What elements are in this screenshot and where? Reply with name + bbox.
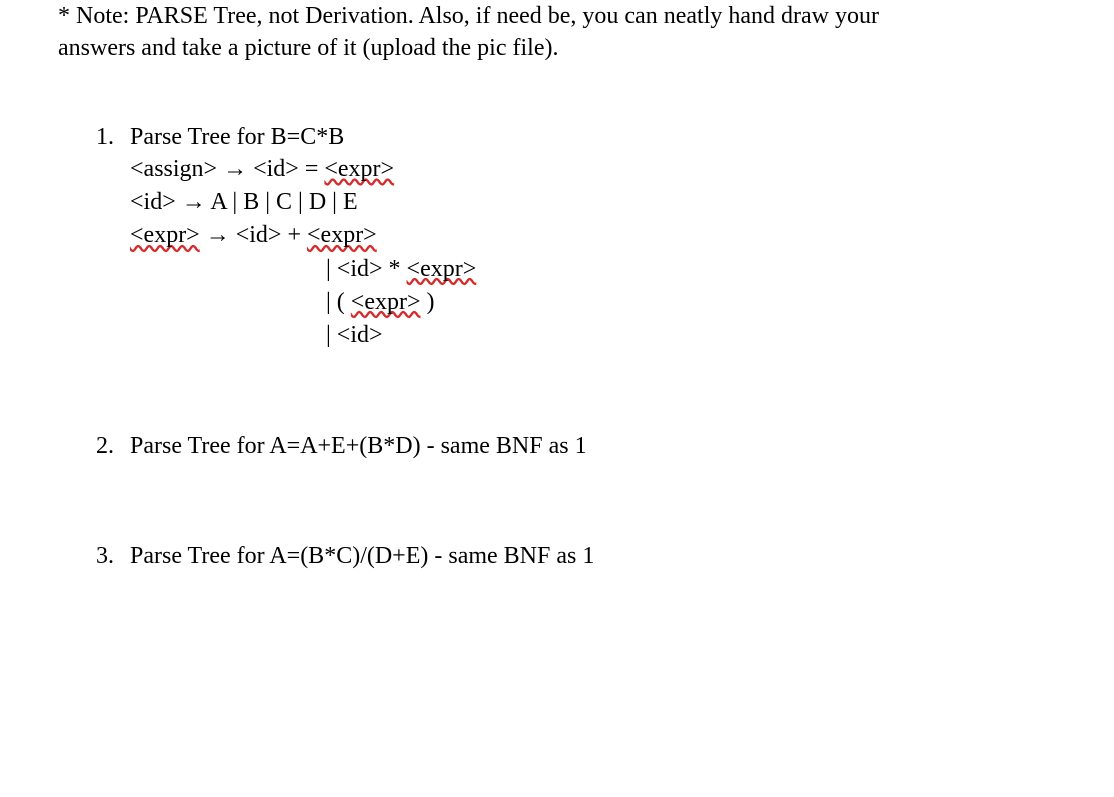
note-line-2: answers and take a picture of it (upload… <box>58 32 1104 64</box>
expr-underlined: <expr> <box>351 289 421 315</box>
q3-header: 3. Parse Tree for A=(B*C)/(D+E) - same B… <box>96 540 1104 572</box>
grammar-expr-2: | <id> * <expr> <box>130 253 1104 286</box>
grammar-id: <id> → A | B | C | D | E <box>130 186 1104 219</box>
q2-title: Parse Tree for A=A+E+(B*D) - same BNF as… <box>130 430 587 462</box>
expr-underlined: <expr> <box>407 256 477 282</box>
question-2: 2. Parse Tree for A=A+E+(B*D) - same BNF… <box>58 430 1104 462</box>
document-body: * Note: PARSE Tree, not Derivation. Also… <box>0 0 1114 573</box>
q3-number: 3. <box>96 540 130 572</box>
q2-header: 2. Parse Tree for A=A+E+(B*D) - same BNF… <box>96 430 1104 462</box>
expr-underlined: <expr> <box>307 222 377 248</box>
q1-number: 1. <box>96 121 130 153</box>
note-paragraph: * Note: PARSE Tree, not Derivation. Also… <box>58 0 1104 65</box>
note-line-1: * Note: PARSE Tree, not Derivation. Also… <box>58 0 1104 32</box>
expr-underlined: <expr> <box>130 222 200 248</box>
grammar-expr-4: | <id> <box>130 319 1104 352</box>
expr-underlined: <expr> <box>324 156 394 182</box>
question-1: 1. Parse Tree for B=C*B <assign> → <id> … <box>58 121 1104 352</box>
q1-title: Parse Tree for B=C*B <box>130 121 344 153</box>
q2-number: 2. <box>96 430 130 462</box>
grammar-expr-3: | ( <expr> ) <box>130 286 1104 319</box>
grammar-block: <assign> → <id> = <expr> <id> → A | B | … <box>96 153 1104 352</box>
q3-title: Parse Tree for A=(B*C)/(D+E) - same BNF … <box>130 540 594 572</box>
grammar-assign: <assign> → <id> = <expr> <box>130 153 1104 186</box>
q1-header: 1. Parse Tree for B=C*B <box>96 121 1104 153</box>
grammar-expr-1: <expr> → <id> + <expr> <box>130 219 1104 252</box>
question-3: 3. Parse Tree for A=(B*C)/(D+E) - same B… <box>58 540 1104 572</box>
